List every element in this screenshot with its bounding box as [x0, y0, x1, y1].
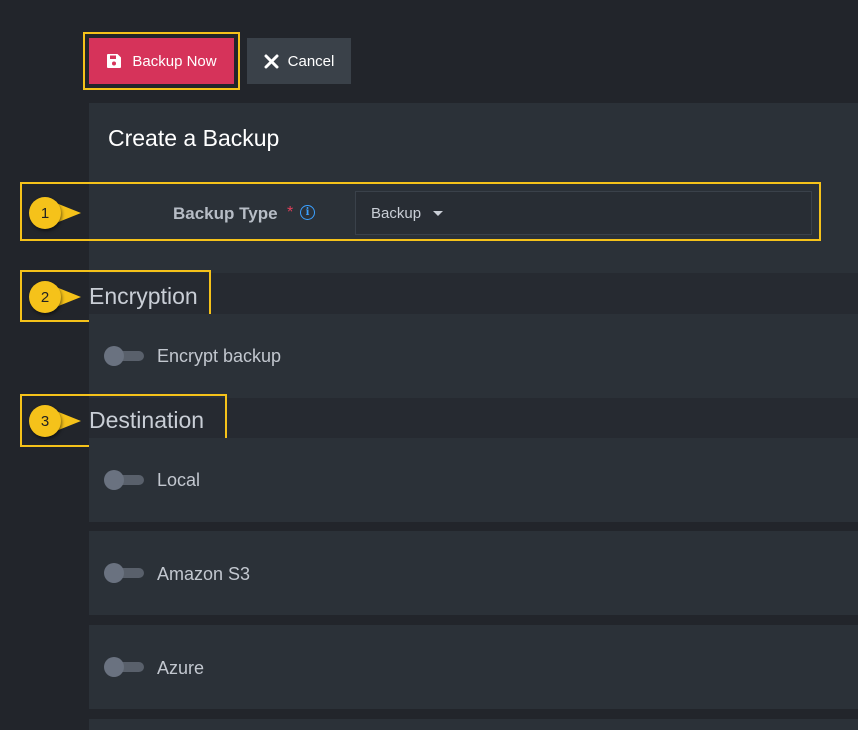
callout-number: 2: [40, 288, 50, 306]
cancel-label: Cancel: [287, 52, 335, 70]
cancel-button[interactable]: Cancel: [247, 38, 351, 84]
toggle-knob: [104, 657, 124, 677]
callout-3: 3: [29, 405, 85, 437]
callout-number: 1: [40, 204, 50, 222]
backup-now-button[interactable]: Backup Now: [89, 38, 234, 84]
destination-title: Destination: [89, 407, 205, 433]
close-icon: [264, 54, 279, 68]
info-icon[interactable]: i: [300, 205, 315, 220]
toggle-knob: [104, 470, 124, 490]
local-row: [89, 438, 858, 522]
chevron-down-icon: [433, 210, 444, 216]
backup-type-value: Backup: [371, 204, 422, 222]
azure-toggle[interactable]: [104, 657, 144, 677]
azure-label: Azure: [157, 658, 205, 678]
save-icon: [107, 54, 122, 68]
toggle-knob: [104, 563, 124, 583]
encrypt-backup-label: Encrypt backup: [157, 346, 282, 366]
local-label: Local: [157, 470, 201, 490]
encrypt-backup-toggle[interactable]: [104, 346, 144, 366]
encryption-title: Encryption: [89, 283, 198, 309]
page-title: Create a Backup: [108, 125, 280, 151]
amazon-s3-label: Amazon S3: [157, 564, 251, 584]
callout-1: 1: [29, 197, 85, 229]
callout-2: 2: [29, 281, 85, 313]
required-marker: *: [287, 204, 294, 221]
backup-now-label: Backup Now: [132, 52, 217, 70]
azure-row: [89, 625, 858, 709]
backup-type-select[interactable]: Backup: [355, 191, 812, 235]
backup-type-label: Backup Type: [173, 204, 278, 223]
local-toggle[interactable]: [104, 470, 144, 490]
next-row: [89, 719, 858, 730]
amazon-s3-toggle[interactable]: [104, 563, 144, 583]
callout-number: 3: [40, 412, 50, 430]
toggle-knob: [104, 346, 124, 366]
